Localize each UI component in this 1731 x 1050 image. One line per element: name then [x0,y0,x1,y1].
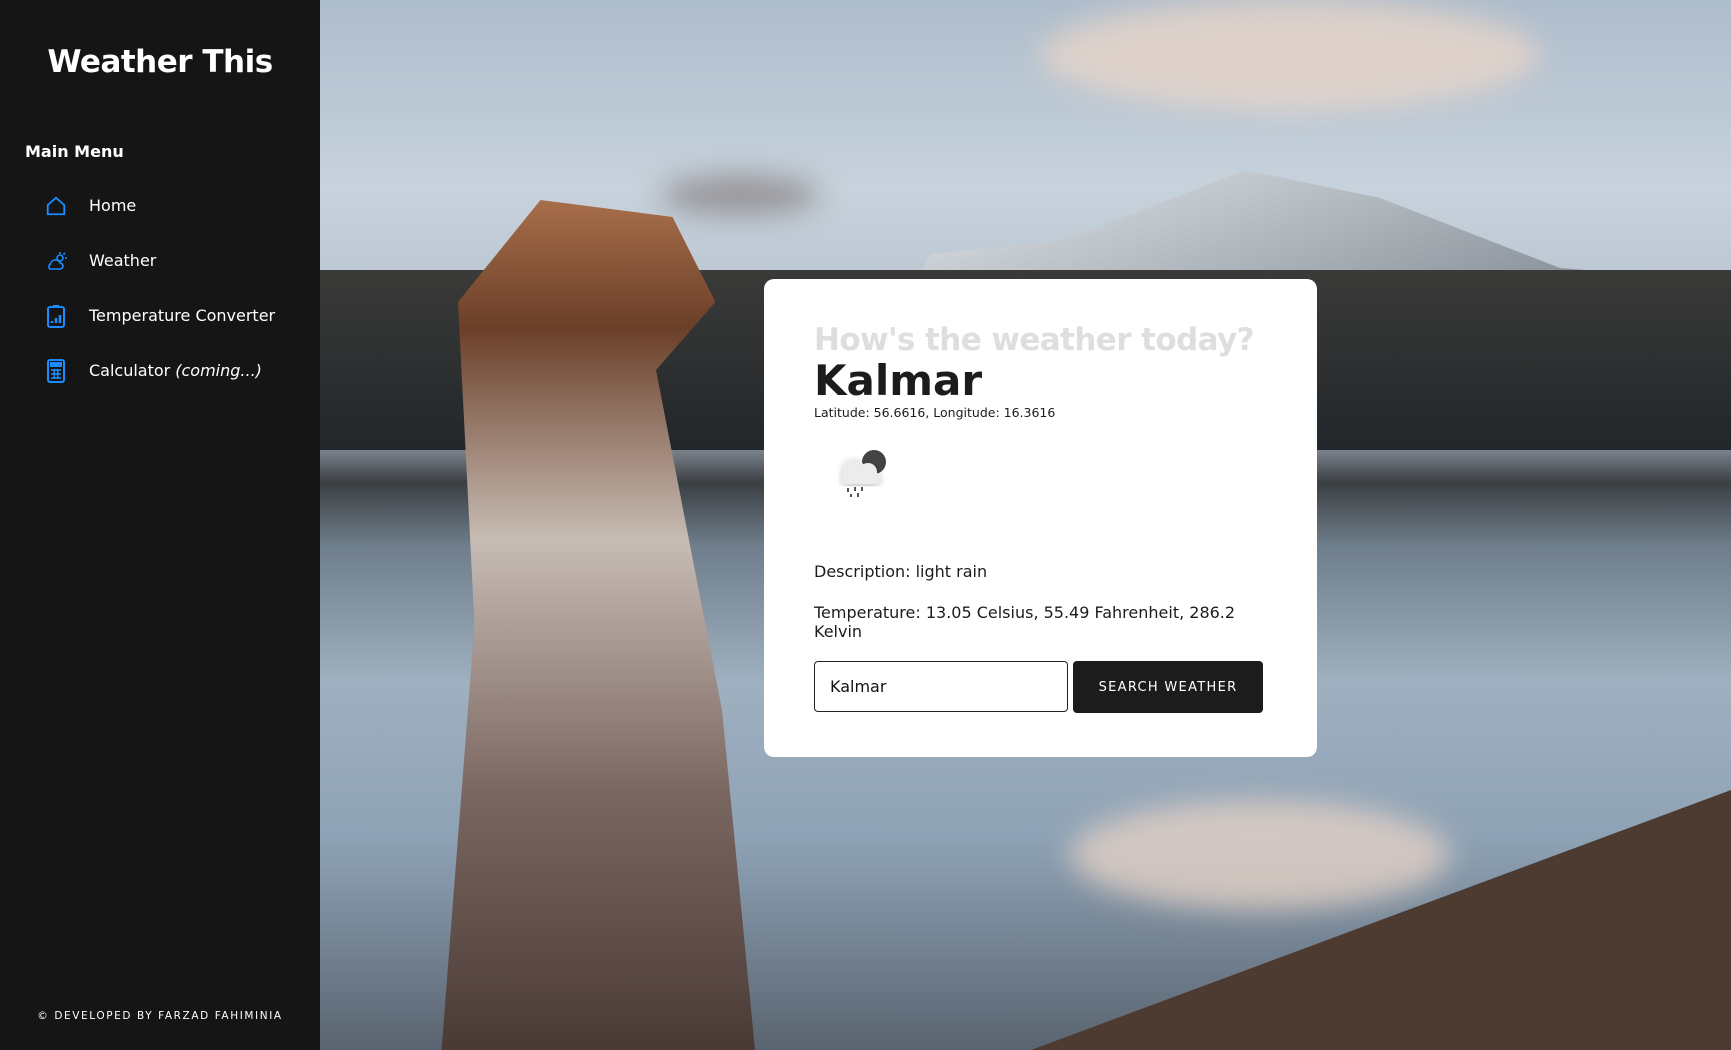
coming-soon-label: (coming...) [175,361,262,380]
sidebar-item-temperature-converter[interactable]: Temperature Converter [44,288,275,343]
sidebar-item-label: Weather [89,251,157,270]
weather-question: How's the weather today? [814,322,1255,358]
sidebar-item-home[interactable]: Home [44,178,275,233]
sidebar-item-calculator[interactable]: Calculator (coming...) [44,343,275,398]
city-name: Kalmar [814,356,983,406]
sidebar-item-label: Calculator [89,361,171,380]
light-rain-night-icon [824,438,904,518]
clipboard-chart-icon [44,304,68,328]
temperature-readout: Temperature: 13.05 Celsius, 55.49 Fahren… [814,603,1236,642]
app-title: Weather This [47,44,273,80]
menu-title: Main Menu [25,142,124,161]
main-menu: Home Weather Temperature Converter Calcu… [44,178,275,398]
sidebar-item-label: Home [89,196,137,215]
home-icon [44,194,68,218]
weather-description: Description: light rain [814,562,988,582]
sidebar-item-weather[interactable]: Weather [44,233,275,288]
city-search-input[interactable] [814,661,1068,713]
calculator-icon [44,358,68,383]
sidebar: Weather This Main Menu Home Weather Temp… [0,0,320,1050]
search-weather-button[interactable]: SEARCH WEATHER [1073,661,1263,714]
weather-icon [44,249,68,273]
weather-card: How's the weather today? Kalmar Latitude… [764,279,1317,757]
coordinates: Latitude: 56.6616, Longitude: 16.3616 [814,405,1056,421]
sidebar-item-label: Temperature Converter [89,306,276,325]
footer-credit: © DEVELOPED BY FARZAD FAHIMINIA [37,1010,283,1022]
